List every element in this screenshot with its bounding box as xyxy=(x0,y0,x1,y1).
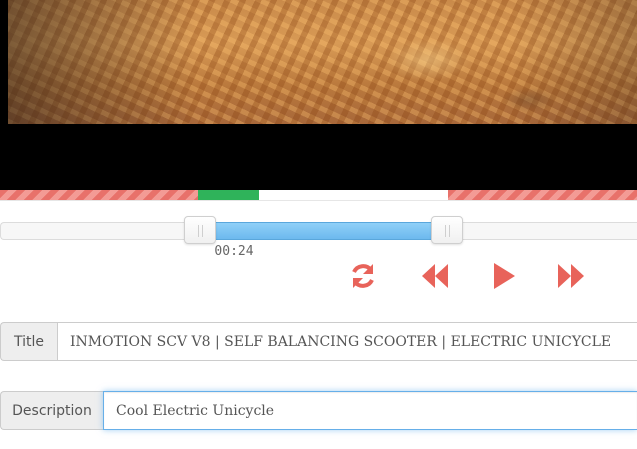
repeat-button[interactable] xyxy=(345,258,381,294)
description-input-group: Description xyxy=(0,391,637,430)
repeat-icon xyxy=(348,261,378,291)
rewind-button[interactable] xyxy=(417,258,453,294)
timeline-excluded-end xyxy=(448,190,637,200)
clip-range-selection xyxy=(201,222,447,240)
description-input[interactable] xyxy=(103,391,637,430)
description-label: Description xyxy=(0,391,103,430)
fast-forward-icon xyxy=(556,261,586,291)
range-end-handle[interactable] xyxy=(431,216,463,244)
title-label: Title xyxy=(0,322,57,361)
timeline-excluded-start xyxy=(0,190,198,200)
rewind-icon xyxy=(420,261,450,291)
play-button[interactable] xyxy=(485,258,521,294)
video-frame-image xyxy=(8,0,637,124)
timeline-remaining-segment xyxy=(259,190,448,200)
title-input-group: Title xyxy=(0,322,637,361)
video-player[interactable] xyxy=(0,0,637,190)
timeline-played-segment xyxy=(198,190,259,200)
range-start-handle[interactable] xyxy=(184,216,216,244)
title-input[interactable] xyxy=(57,322,637,361)
clip-timeline-strip[interactable] xyxy=(0,190,637,201)
current-time: 00:24 xyxy=(214,244,254,259)
fast-forward-button[interactable] xyxy=(553,258,589,294)
play-icon xyxy=(488,261,518,291)
